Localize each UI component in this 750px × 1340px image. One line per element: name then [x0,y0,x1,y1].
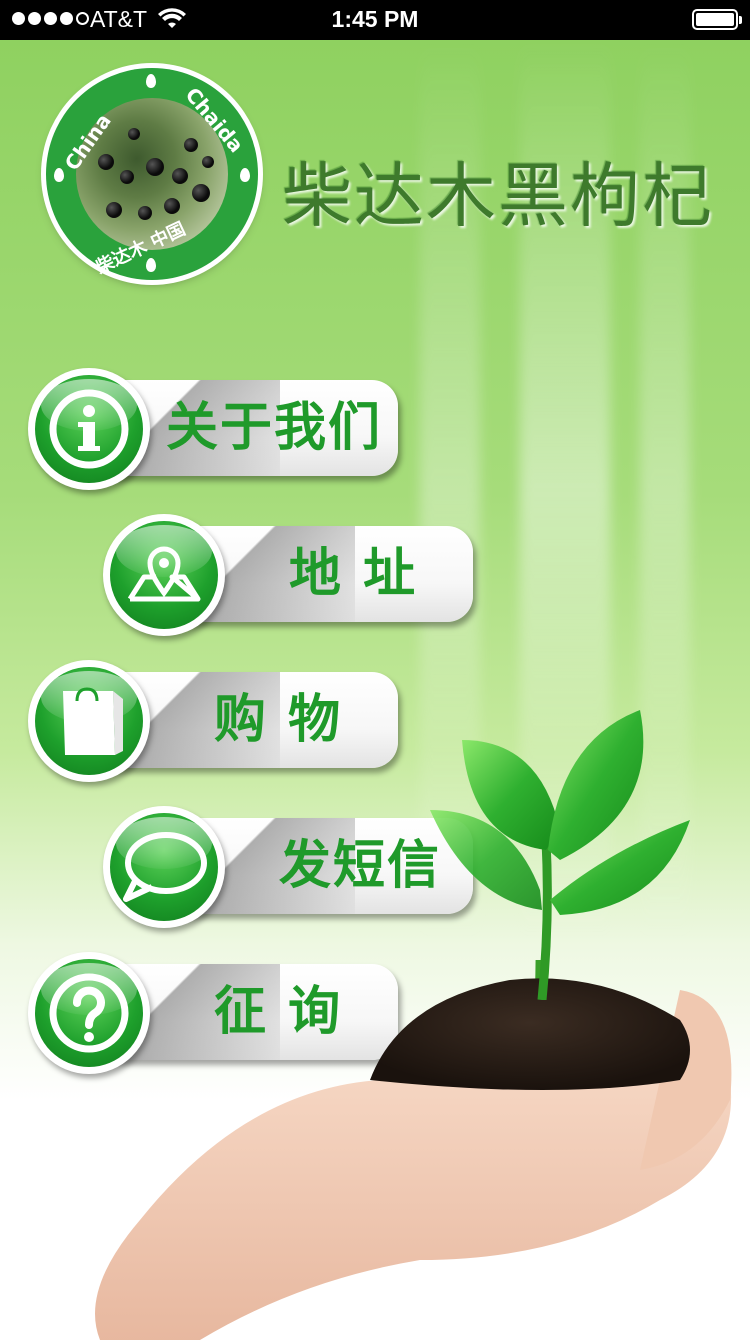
clock: 1:45 PM [331,6,419,32]
seedling-icon [430,710,690,1000]
chat-bubble-icon [123,832,207,902]
shopping-bag-icon [63,687,123,755]
brand-logo: China Chaida 柴达木 中国 [46,68,258,280]
status-bar: AT&T 1:45 PM [0,0,750,40]
plant-in-hands-illustration [95,960,732,1340]
shopping-label: 购 物 [214,690,343,750]
map-pin-icon [127,546,201,602]
question-icon [49,973,129,1053]
address-label: 地 址 [289,544,418,604]
shopping-button[interactable]: 购 物 [28,660,400,782]
about-us-button[interactable]: 关于我们 [28,368,400,490]
app-title: 柴达木黑枸杞 [282,155,714,237]
address-button[interactable]: 地 址 [103,514,475,636]
battery-icon [692,9,742,30]
info-icon [49,389,129,469]
about-us-label: 关于我们 [166,398,383,458]
